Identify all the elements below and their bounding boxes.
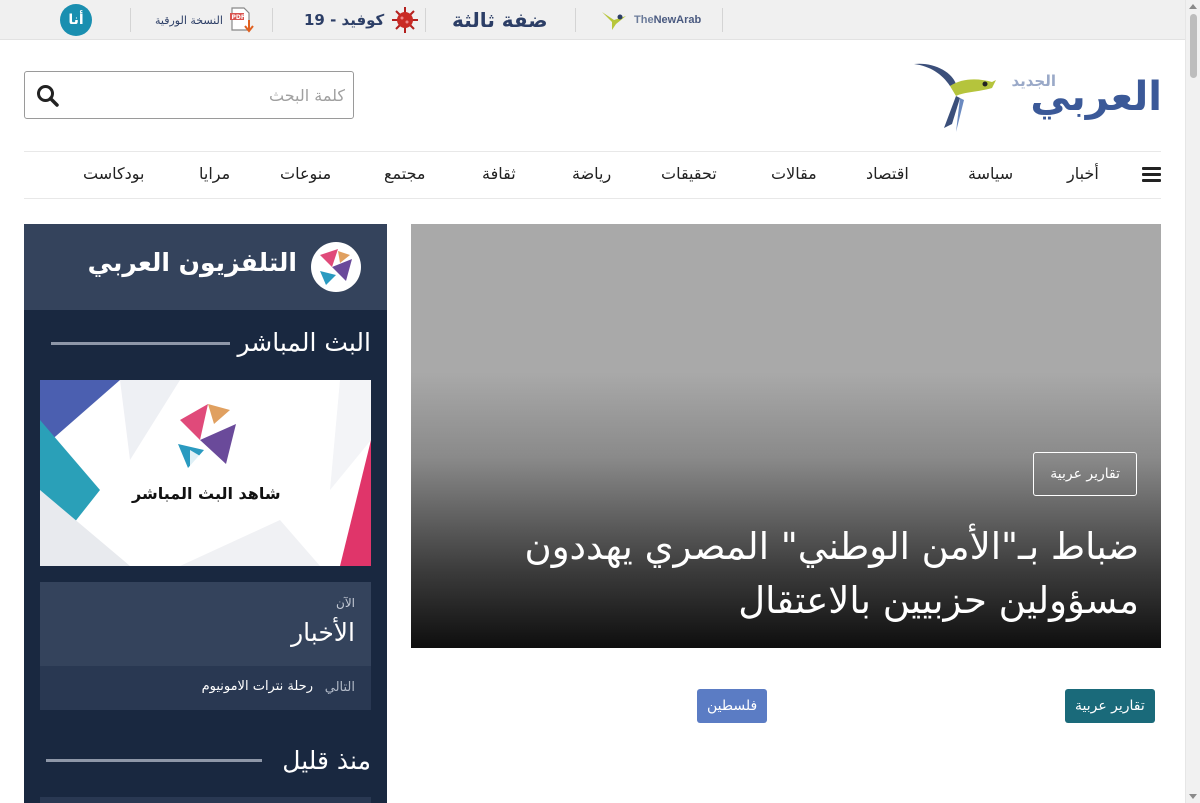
section-divider bbox=[51, 342, 230, 345]
separator bbox=[575, 8, 576, 32]
covid-label: كوفيد - 19 bbox=[304, 11, 385, 29]
up-next[interactable]: التالي رحلة نترات الامونيوم bbox=[40, 666, 371, 710]
search-icon[interactable] bbox=[35, 83, 61, 109]
site-logo[interactable]: الجديد العربي bbox=[912, 60, 1163, 134]
now-playing[interactable]: الآن الأخبار bbox=[40, 582, 371, 666]
logo-title: العربي bbox=[1030, 74, 1163, 120]
main-nav: أخبار سياسة اقتصاد مقالات تحقيقات رياضة … bbox=[24, 151, 1161, 199]
scroll-down-icon[interactable] bbox=[1189, 794, 1197, 799]
nav-item-culture[interactable]: ثقافة bbox=[482, 152, 516, 198]
separator bbox=[272, 8, 273, 32]
alaraby-tv-logo-icon bbox=[311, 242, 361, 292]
live-stream-caption: شاهد البث المباشر bbox=[132, 484, 281, 503]
nav-item-maraya[interactable]: مرايا bbox=[199, 152, 230, 198]
category-tag-arab-reports[interactable]: تقارير عربية bbox=[1065, 689, 1155, 723]
print-edition-link[interactable]: النسخة الورقية PDF bbox=[155, 0, 255, 40]
ana-label: أنا bbox=[68, 12, 84, 28]
now-label: الآن bbox=[336, 596, 355, 610]
covid-link[interactable]: كوفيد - 19 bbox=[304, 0, 420, 40]
nav-item-news[interactable]: أخبار bbox=[1067, 152, 1099, 198]
nav-item-sports[interactable]: رياضة bbox=[572, 152, 611, 198]
pdf-download-icon: PDF bbox=[229, 7, 254, 33]
separator bbox=[130, 8, 131, 32]
next-label: التالي bbox=[324, 680, 355, 695]
nav-item-articles[interactable]: مقالات bbox=[771, 152, 817, 198]
hero-article[interactable]: تقارير عربية ضباط بـ"الأمن الوطني" المصر… bbox=[411, 224, 1161, 648]
scroll-up-icon[interactable] bbox=[1189, 4, 1197, 9]
now-program-title: الأخبار bbox=[291, 618, 355, 647]
daffa-thalitha-label: ضفة ثالثة bbox=[452, 8, 548, 32]
next-program-title: رحلة نترات الامونيوم bbox=[201, 679, 313, 694]
newarab-bird-icon bbox=[602, 12, 626, 30]
tv-sidebar-title: التلفزيون العربي bbox=[87, 248, 297, 277]
ana-link[interactable]: أنا bbox=[60, 0, 92, 40]
newarab-link[interactable]: TheNewArab bbox=[600, 0, 701, 40]
hero-headline[interactable]: ضباط بـ"الأمن الوطني" المصري يهددون مسؤو… bbox=[499, 520, 1139, 628]
nav-item-miscellany[interactable]: منوعات bbox=[280, 152, 331, 198]
scroll-thumb[interactable] bbox=[1190, 14, 1197, 78]
nav-item-society[interactable]: مجتمع bbox=[384, 152, 426, 198]
menu-icon[interactable] bbox=[1142, 167, 1161, 183]
nav-item-podcast[interactable]: بودكاست bbox=[83, 152, 144, 198]
print-edition-label: النسخة الورقية bbox=[155, 13, 223, 27]
separator bbox=[425, 8, 426, 32]
separator bbox=[722, 8, 723, 32]
hummingbird-logo-icon bbox=[914, 63, 996, 132]
ana-logo-icon: أنا bbox=[60, 4, 92, 36]
nav-item-politics[interactable]: سياسة bbox=[968, 152, 1013, 198]
section-divider bbox=[46, 759, 262, 762]
live-stream-thumbnail bbox=[40, 380, 371, 566]
tv-sidebar: التلفزيون العربي البث المباشر شاهد البث … bbox=[24, 224, 387, 803]
virus-icon bbox=[392, 7, 419, 33]
nav-item-investigations[interactable]: تحقيقات bbox=[661, 152, 717, 198]
nav-item-economy[interactable]: اقتصاد bbox=[866, 152, 909, 198]
page-scrollbar[interactable] bbox=[1185, 0, 1200, 803]
live-section-title: البث المباشر bbox=[237, 328, 371, 357]
live-stream-player[interactable]: شاهد البث المباشر bbox=[40, 380, 371, 566]
newarab-label: TheNewArab bbox=[634, 14, 702, 26]
daffa-thalitha-link[interactable]: ضفة ثالثة bbox=[452, 0, 548, 40]
tv-sidebar-header[interactable]: التلفزيون العربي bbox=[24, 224, 387, 310]
hero-category-tag[interactable]: تقارير عربية bbox=[1033, 452, 1137, 496]
category-tag-palestine[interactable]: فلسطين bbox=[697, 689, 768, 723]
search-input[interactable] bbox=[69, 80, 345, 110]
recent-section-title: منذ قليل bbox=[282, 746, 371, 775]
recent-item[interactable] bbox=[40, 797, 371, 803]
search-box bbox=[24, 71, 354, 119]
top-bar: TheNewArab ضفة ثالثة كوفيد - 19 النسخة ا… bbox=[0, 0, 1185, 40]
svg-text:PDF: PDF bbox=[231, 14, 244, 21]
